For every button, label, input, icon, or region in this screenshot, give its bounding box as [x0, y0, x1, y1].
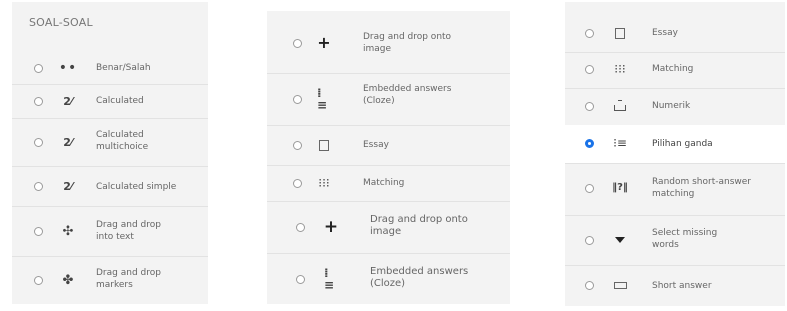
plus-icon: +: [323, 216, 339, 237]
question-type-label: Calculated multichoice: [96, 130, 149, 152]
radio-button[interactable]: [585, 29, 594, 38]
question-type-drag-drop-markers[interactable]: ✤ Drag and drop markers: [12, 256, 208, 304]
radio-button[interactable]: [296, 275, 305, 284]
radio-button[interactable]: [293, 179, 302, 188]
question-type-drag-drop-text[interactable]: ✣ Drag and drop into text: [12, 206, 208, 257]
question-type-label: Calculated simple: [96, 182, 177, 192]
radio-button[interactable]: [34, 227, 43, 236]
question-type-label: Essay: [363, 140, 389, 150]
calculated-multichoice-icon: 2⁄: [63, 135, 73, 149]
essay-icon: [613, 26, 627, 40]
question-type-essay[interactable]: Essay: [565, 16, 785, 53]
numerical-icon: [613, 99, 627, 113]
dropdown-icon: [613, 233, 627, 247]
question-type-select-missing-words[interactable]: Select missing words: [565, 215, 785, 266]
random-icon: ‖?‖: [612, 182, 628, 193]
question-type-label: Drag and drop onto image: [370, 214, 468, 237]
drag-text-icon: ✣: [62, 223, 74, 239]
radio-button[interactable]: [34, 182, 43, 191]
question-type-panel-1: SOAL-SOAL •• Benar/Salah 2⁄ Calculated 2…: [12, 2, 208, 304]
radio-button[interactable]: [34, 97, 43, 106]
radio-button[interactable]: [296, 223, 305, 232]
question-type-drag-drop-image-2[interactable]: + Drag and drop onto image: [267, 201, 510, 254]
question-type-label: Random short-answer matching: [652, 177, 752, 199]
question-type-multichoice-selected[interactable]: ⁝≡ Pilihan ganda: [565, 125, 785, 164]
radio-button[interactable]: [293, 141, 302, 150]
question-type-embedded-answers-2[interactable]: ⁞≡ Embedded answers (Cloze): [267, 253, 510, 304]
panel-title: SOAL-SOAL: [29, 16, 93, 29]
question-type-label: Matching: [652, 64, 694, 74]
radio-button[interactable]: [585, 184, 594, 193]
question-type-label: Embedded answers (Cloze): [370, 266, 469, 289]
plus-icon: +: [317, 33, 331, 52]
question-type-matching[interactable]: ⁝⁝⁝ Matching: [565, 52, 785, 89]
question-type-label: Calculated: [96, 96, 144, 106]
calculated-icon: 2⁄: [63, 94, 73, 108]
question-type-numerical[interactable]: Numerik: [565, 88, 785, 126]
question-type-essay[interactable]: Essay: [267, 125, 510, 166]
radio-button[interactable]: [34, 276, 43, 285]
calculated-simple-icon: 2⁄: [63, 179, 73, 193]
question-type-matching[interactable]: ⁝⁝⁝ Matching: [267, 165, 510, 202]
radio-button[interactable]: [293, 95, 302, 104]
question-type-label: Pilihan ganda: [652, 139, 713, 149]
radio-button[interactable]: [585, 281, 594, 290]
question-type-random-short-answer[interactable]: ‖?‖ Random short-answer matching: [565, 163, 785, 216]
radio-button-selected[interactable]: [585, 139, 594, 148]
multichoice-icon: ⁝≡: [613, 136, 627, 150]
question-type-calculated-simple[interactable]: 2⁄ Calculated simple: [12, 166, 208, 207]
radio-button[interactable]: [585, 102, 594, 111]
question-type-label: Benar/Salah: [96, 63, 151, 73]
question-type-drag-drop-image[interactable]: + Drag and drop onto image: [267, 11, 510, 74]
question-type-calculated[interactable]: 2⁄ Calculated: [12, 84, 208, 119]
question-type-panel-3: Essay ⁝⁝⁝ Matching Numerik ⁝≡ Pilihan ga…: [565, 2, 785, 306]
essay-icon: [317, 138, 331, 152]
question-type-label: Embedded answers (Cloze): [363, 84, 452, 106]
radio-button[interactable]: [34, 138, 43, 147]
question-type-label: Numerik: [652, 101, 691, 111]
short-answer-icon: [612, 278, 628, 292]
question-type-calculated-multichoice[interactable]: 2⁄ Calculated multichoice: [12, 118, 208, 167]
question-type-label: Drag and drop into text: [96, 220, 161, 242]
cloze-icon: ⁞≡: [324, 266, 335, 292]
question-type-panel-2: + Drag and drop onto image ⁞≡ Embedded a…: [267, 11, 510, 304]
question-type-label: Short answer: [652, 281, 712, 291]
matching-icon: ⁝⁝⁝: [318, 176, 330, 190]
question-type-label: Drag and drop markers: [96, 268, 161, 290]
drag-markers-icon: ✤: [62, 272, 74, 288]
radio-button[interactable]: [34, 64, 43, 73]
radio-button[interactable]: [293, 39, 302, 48]
question-type-short-answer[interactable]: Short answer: [565, 265, 785, 306]
cloze-icon: ⁞≡: [317, 86, 328, 112]
question-type-label: Matching: [363, 178, 405, 188]
radio-button[interactable]: [585, 65, 594, 74]
radio-button[interactable]: [585, 236, 594, 245]
question-type-label: Drag and drop onto image: [363, 32, 452, 54]
matching-icon: ⁝⁝⁝: [614, 62, 626, 76]
question-type-benar-salah[interactable]: •• Benar/Salah: [12, 52, 208, 85]
dots-icon: ••: [58, 60, 78, 76]
question-type-label: Essay: [652, 28, 678, 38]
question-type-label: Select missing words: [652, 228, 718, 250]
question-type-embedded-answers[interactable]: ⁞≡ Embedded answers (Cloze): [267, 73, 510, 126]
